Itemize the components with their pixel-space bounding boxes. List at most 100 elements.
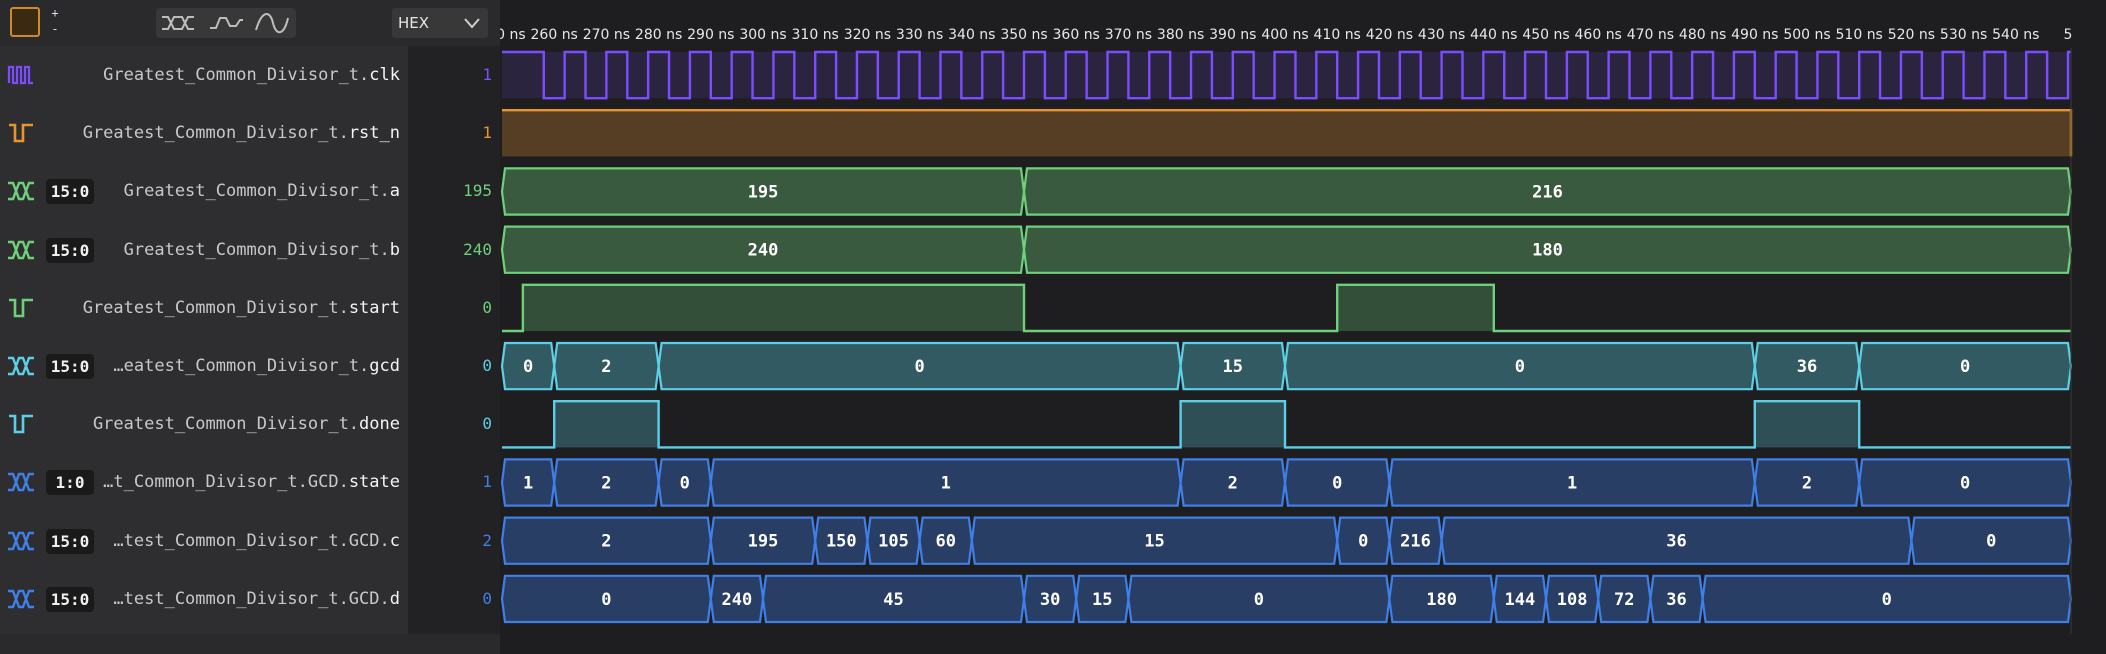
time-tick-label: 310 ns xyxy=(792,27,839,43)
bus-segment-value: 36 xyxy=(1797,357,1817,377)
zoom-in-button[interactable]: + xyxy=(48,6,62,20)
bus-signal-icon xyxy=(8,473,34,492)
bus-segment-value: 0 xyxy=(523,357,533,377)
signal-path: Greatest_Common_Divisor_t. xyxy=(92,414,360,435)
bit-range-badge: 1:0 xyxy=(46,470,94,496)
signal-row-start[interactable]: Greatest_Common_Divisor_t.start 0 xyxy=(0,279,500,337)
radix-select[interactable]: HEX xyxy=(392,8,488,38)
high-region xyxy=(554,401,659,448)
waveform-gcd: 0 2 0 15 0 36 0 xyxy=(500,341,2073,391)
waveform-state: 1 2 0 1 2 0 1 2 0 xyxy=(500,458,2073,507)
signal-row-state[interactable]: 1:0 …t_Common_Divisor_t.GCD.state 1 xyxy=(0,453,500,511)
bus-signal-icon xyxy=(8,589,34,608)
zoom-out-button[interactable]: - xyxy=(48,22,62,36)
signal-name: Greatest_Common_Divisor_t.rst_n xyxy=(83,104,400,162)
bus-segment-value: 150 xyxy=(826,532,857,552)
signal-row-d[interactable]: 15:0 …test_Common_Divisor_t.GCD.d 0 xyxy=(0,570,500,628)
bus-segment-value: 0 xyxy=(680,474,690,494)
bus-segment-value: 0 xyxy=(1254,590,1264,610)
signal-value: 1 xyxy=(482,123,492,143)
signal-path: Greatest_Common_Divisor_t. xyxy=(103,65,370,85)
bus-segment-value: 0 xyxy=(601,590,611,610)
signal-path: Greatest_Common_Divisor_t. xyxy=(123,239,390,260)
bus-segment-value: 2 xyxy=(1228,474,1238,494)
bus-signal-icon xyxy=(8,182,34,201)
time-tick-label: 460 ns xyxy=(1575,27,1622,43)
bus-segment-value: 1 xyxy=(523,474,533,494)
time-tick-label: 380 ns xyxy=(1157,27,1204,43)
signal-value: 195 xyxy=(463,181,492,201)
signal-leaf-name: gcd xyxy=(369,356,400,376)
bit-range-badge: 15:0 xyxy=(46,528,94,554)
waveform-clk xyxy=(502,50,2071,100)
signal-leaf-name: c xyxy=(389,530,400,551)
signal-path: …test_Common_Divisor_t.GCD. xyxy=(113,530,390,551)
step-shape-icon[interactable] xyxy=(208,12,244,34)
waveform-b: 240 180 xyxy=(500,225,2073,274)
time-tick-label: 360 ns xyxy=(1053,27,1100,43)
waveform-shape-group xyxy=(156,8,296,38)
bus-segment-value: 216 xyxy=(1400,532,1431,552)
waveform-canvas[interactable]: 195 216 240 180 0 2 0 15 0 36 0 1 2 0 1 2 0 1 2 0 2 195 150 105… xyxy=(500,0,2106,654)
time-tick-label: 280 ns xyxy=(635,27,682,43)
signal-row-b[interactable]: 15:0 Greatest_Common_Divisor_t.b 240 xyxy=(0,221,500,279)
bus-segment-value: 1 xyxy=(1567,474,1577,494)
waveform-start xyxy=(502,283,2071,333)
time-tick-label: 290 ns xyxy=(687,27,734,43)
bus-segment-value: 195 xyxy=(748,532,779,552)
signal-row-rst_n[interactable]: Greatest_Common_Divisor_t.rst_n 1 xyxy=(0,104,500,162)
bus-segment-value: 15 xyxy=(1144,532,1164,552)
bus-signal-icon xyxy=(8,356,34,376)
bus-segment-value: 1 xyxy=(941,474,951,494)
high-region xyxy=(1337,284,1494,331)
bus-segment-value: 2 xyxy=(601,532,611,552)
signal-name: …test_Common_Divisor_t.GCD.c xyxy=(113,512,400,570)
bus-segment-value: 105 xyxy=(878,532,909,552)
signal-leaf-name: done xyxy=(359,414,400,435)
time-tick-label: 320 ns xyxy=(844,27,891,43)
bottom-gutter xyxy=(0,634,500,654)
signal-leaf-name: start xyxy=(348,297,400,318)
bus-segment-value: 0 xyxy=(1515,357,1525,377)
bit-range-badge: 15:0 xyxy=(46,237,94,263)
bus-segment-value: 0 xyxy=(1960,357,1970,377)
analog-shape-icon[interactable] xyxy=(254,12,290,34)
high-region xyxy=(502,110,2071,157)
signal-row-a[interactable]: 15:0 Greatest_Common_Divisor_t.a 195 xyxy=(0,162,500,220)
bus-shape-icon[interactable] xyxy=(160,12,196,34)
signal-leaf-name: state xyxy=(348,472,400,493)
time-tick-label: 410 ns xyxy=(1314,27,1361,43)
signal-path: Greatest_Common_Divisor_t. xyxy=(123,181,390,202)
color-swatch[interactable] xyxy=(10,7,40,37)
time-ruler: 250 ns 260 ns 270 ns 280 ns 290 ns 300 ns 310 … xyxy=(500,27,2072,43)
clock-signal-icon xyxy=(7,65,33,85)
signal-value: 0 xyxy=(482,414,492,434)
bus-segment-value: 0 xyxy=(1358,532,1368,552)
signal-leaf-name: rst_n xyxy=(348,123,400,144)
signal-name: Greatest_Common_Divisor_t.a xyxy=(124,162,400,220)
signal-row-gcd[interactable]: 15:0 …eatest_Common_Divisor_t.gcd 0 xyxy=(0,337,500,395)
signal-row-clk[interactable]: Greatest_Common_Divisor_t.clk 1 xyxy=(0,46,500,104)
bus-segment-value: 60 xyxy=(935,532,955,552)
time-tick-label: 5 xyxy=(2064,27,2073,43)
signal-path: Greatest_Common_Divisor_t. xyxy=(82,297,349,318)
time-tick-label: 400 ns xyxy=(1261,27,1308,43)
bit-range-badge: 15:0 xyxy=(46,586,94,612)
bus-segment-value: 0 xyxy=(1332,474,1342,494)
bus-segment-value: 30 xyxy=(1040,590,1060,610)
bus-segment-value: 108 xyxy=(1557,590,1588,610)
signal-value: 240 xyxy=(463,239,492,259)
signal-name: Greatest_Common_Divisor_t.b xyxy=(124,221,400,279)
signal-row-c[interactable]: 15:0 …test_Common_Divisor_t.GCD.c 2 xyxy=(0,512,500,570)
bus-segment-value: 36 xyxy=(1666,532,1686,552)
signal-path: …t_Common_Divisor_t.GCD. xyxy=(103,472,349,493)
bus-segment-value: 195 xyxy=(748,183,779,203)
signal-row-done[interactable]: Greatest_Common_Divisor_t.done 0 xyxy=(0,395,500,453)
bus-segment-value: 240 xyxy=(748,241,779,261)
signal-value: 2 xyxy=(482,530,492,550)
signal-path: …eatest_Common_Divisor_t. xyxy=(113,356,370,376)
time-tick-label: 450 ns xyxy=(1522,27,1569,43)
signal-leaf-name: a xyxy=(389,181,400,202)
bus-segment-value: 240 xyxy=(722,590,753,610)
signal-value: 1 xyxy=(482,472,492,492)
